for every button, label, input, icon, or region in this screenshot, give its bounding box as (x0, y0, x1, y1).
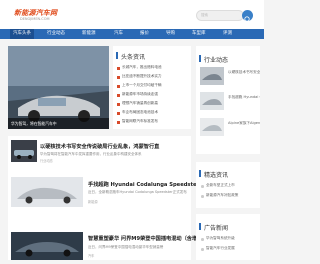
article-title[interactable]: 手找超跑 Hyundai Codalunga Speedster发布 (88, 181, 209, 188)
article-thumb[interactable] (11, 232, 83, 260)
headline-item[interactable]: 上市一个月交付均破千辆 (122, 83, 188, 88)
sidebar-ad-item[interactable]: 智能汽车行业发展 (206, 246, 258, 251)
sidebar-news-item[interactable]: Alpine家族下Aigena A390亮相 (228, 121, 260, 126)
sidebar-select-item[interactable]: 全新车型正式上市 (206, 183, 258, 188)
bullet-dot (117, 112, 120, 115)
headline-item[interactable]: 理想汽车销量再创新高 (122, 101, 188, 106)
rank-dot (201, 195, 204, 198)
sidebar-title-mark (199, 223, 201, 230)
article-desc: 近日，全新概念跑车Hyundai Codalunga Speedster正式发布 (88, 190, 187, 194)
sidebar-title-mark (199, 170, 201, 177)
rank-dot (201, 248, 204, 251)
search-input[interactable]: 搜索 (196, 10, 244, 21)
search-button[interactable] (242, 10, 253, 23)
headline-item[interactable]: 车企布局固态电池技术 (122, 110, 188, 115)
sidebar-news-item[interactable]: 以硬核技术书写安全传说破局行业 (228, 70, 260, 75)
headlines-title: 头条资讯 (121, 54, 146, 61)
sidebar-title-mark (199, 55, 201, 62)
bullet-dot (117, 85, 120, 88)
nav-item[interactable]: 行业动态 (47, 29, 65, 39)
headline-item[interactable]: 比亚迪不断提升技术实力 (122, 74, 188, 79)
sidebar-thumb[interactable] (200, 118, 224, 136)
search-icon (244, 16, 251, 23)
article-tag[interactable]: 行业动态 (40, 158, 53, 163)
sidebar-thumb[interactable] (200, 67, 224, 85)
sidebar-news-title: 行业动态 (204, 57, 229, 64)
bullet-dot (117, 121, 120, 124)
article-title[interactable]: 以硬核技术书写安全传说破局行业乱象，鸿蒙智行直 (40, 143, 159, 150)
article-title[interactable]: 智慧重塑豪华 问界M9荣登中国插电混动（含增程） (88, 235, 208, 242)
article-thumb[interactable] (11, 140, 37, 162)
nav-item[interactable]: 新能源 (82, 29, 96, 39)
nav-item[interactable]: 评测 (223, 29, 232, 39)
article-desc: 华为智驾将在智能汽车中发挥重要作用，行业乱象中构建安全体系 (40, 152, 142, 156)
rank-dot (201, 238, 204, 241)
banner-caption[interactable]: 华为智驾，将在智能汽车中 (8, 118, 109, 129)
rank-dot (201, 185, 204, 188)
sidebar-select-title: 精选资讯 (204, 172, 229, 179)
headlines-title-mark (116, 52, 118, 59)
article-desc: 近日，问界M9荣登中国插电混动豪华车型销量榜 (88, 245, 164, 249)
article-tag[interactable]: 新能源 (88, 199, 98, 204)
sidebar-thumb[interactable] (200, 92, 224, 110)
nav-item[interactable]: 汽车头条 (10, 29, 34, 39)
sidebar-news-item[interactable]: 手找超跑 Hyundai Codalunga Speedster发布 (228, 95, 260, 100)
nav-item[interactable]: 车型库 (192, 29, 206, 39)
headline-item[interactable]: 新能源车市场持续走强 (122, 92, 188, 97)
headline-item[interactable]: 长城汽车，推出燃料电池 (122, 65, 188, 70)
bullet-dot (117, 94, 120, 97)
sidebar-select-item[interactable]: 新能源汽车补贴政策 (206, 193, 258, 198)
article-thumb[interactable] (11, 177, 83, 207)
headline-item[interactable]: 智能网联汽车标准发布 (122, 119, 188, 124)
nav-item[interactable]: 汽车 (114, 29, 123, 39)
banner-image[interactable] (8, 46, 109, 129)
article-tag[interactable]: 汽车 (88, 253, 94, 258)
bullet-dot (117, 103, 120, 106)
nav-item[interactable]: 导购 (166, 29, 175, 39)
site-logo-sub: DENGJIMEN.COM (20, 17, 50, 21)
nav-item[interactable]: 报价 (140, 29, 149, 39)
bullet-dot (117, 67, 120, 70)
bullet-dot (117, 76, 120, 79)
sidebar-ad-item[interactable]: 华为智驾系统升级 (206, 236, 258, 241)
sidebar-ad-title: 广告新闻 (204, 225, 229, 232)
